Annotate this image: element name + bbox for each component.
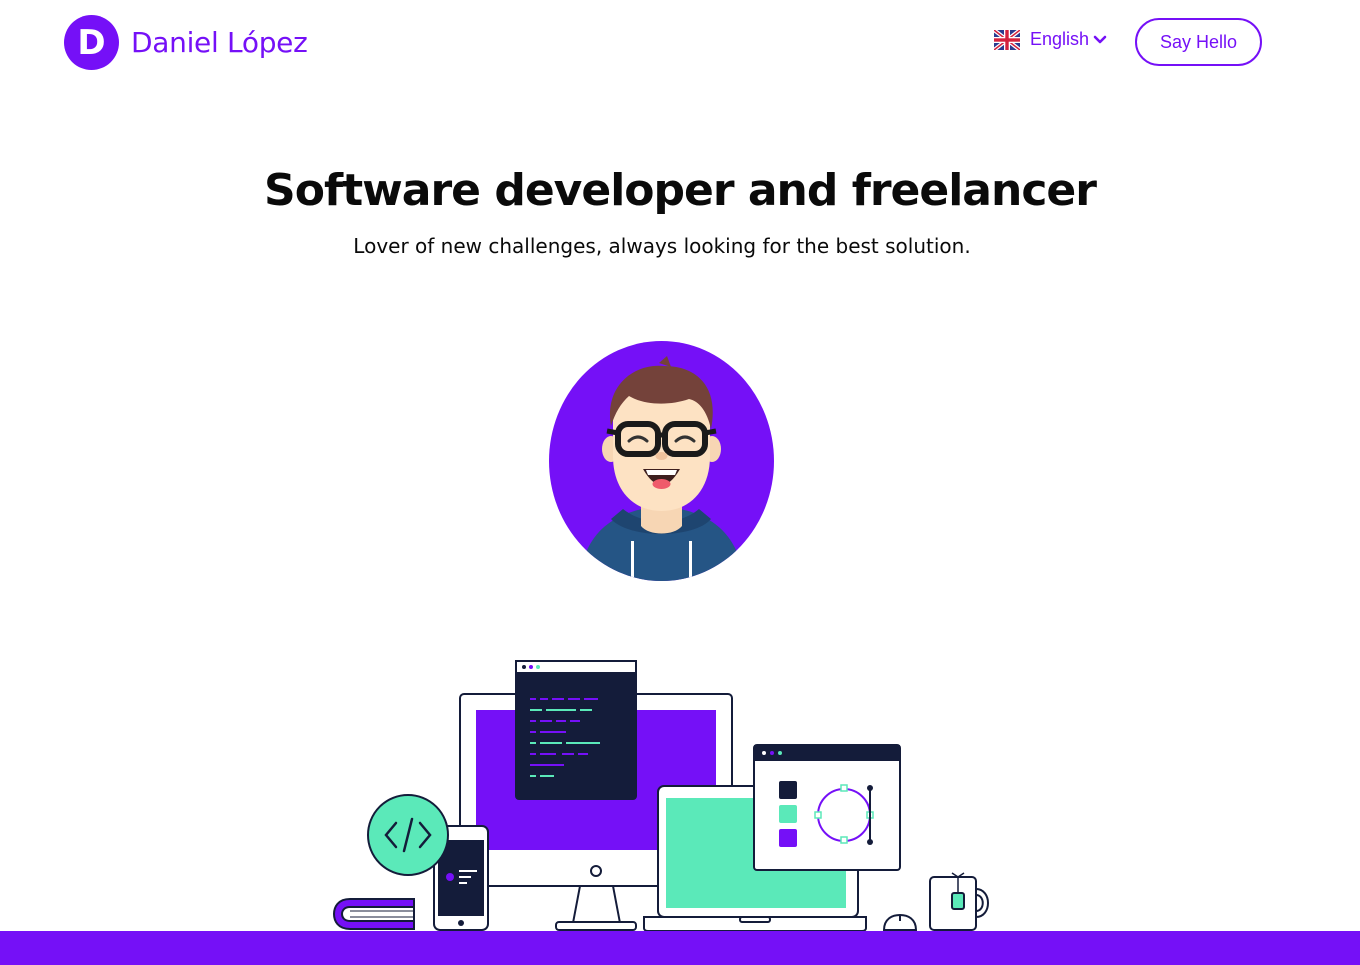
hero-subtitle: Lover of new challenges, always looking … — [353, 234, 971, 258]
chevron-down-icon — [1093, 35, 1107, 43]
footer-band — [0, 931, 1360, 965]
logo-mark: D — [64, 15, 119, 70]
uk-flag-icon — [994, 29, 1020, 50]
logo-link[interactable]: D Daniel López — [64, 15, 308, 70]
logo-name: Daniel López — [131, 26, 308, 59]
language-label: English — [1030, 29, 1090, 49]
developer-avatar-illustration — [549, 341, 774, 581]
say-hello-button[interactable]: Say Hello — [1135, 18, 1262, 66]
language-selector[interactable]: English — [994, 29, 1107, 50]
site-header: D Daniel López English Say Hello — [0, 0, 1360, 90]
devices-workspace-illustration — [332, 660, 989, 932]
hero-title: Software developer and freelancer — [264, 165, 1097, 216]
